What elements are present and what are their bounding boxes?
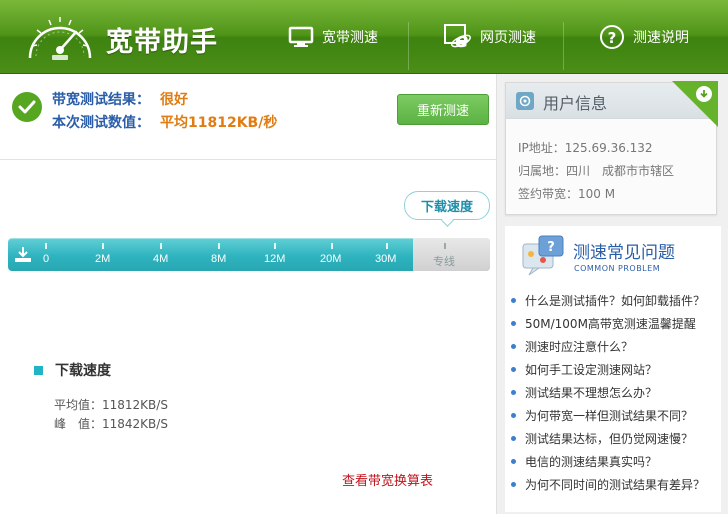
faq-item[interactable]: 为何不同时间的测试结果有差异？ (511, 473, 719, 496)
faq-subtitle: COMMON PROBLEM (574, 264, 661, 273)
speed-meter-bar: 0 2M 4M 8M 12M 20M 30M 专线 (8, 238, 490, 271)
tick-mark (218, 243, 220, 249)
app-title: 宽带助手 (106, 27, 218, 58)
svg-text:?: ? (547, 240, 555, 255)
tick-mark (386, 243, 388, 249)
tick-label: 30M (375, 253, 397, 265)
faq-item-label: 测速时应注意什么？ (525, 340, 634, 354)
nav-divider (563, 22, 564, 70)
result-label: 本次测试数值： (52, 115, 150, 131)
check-icon (12, 92, 42, 122)
nav-label: 测速说明 (633, 30, 689, 46)
retest-button[interactable]: 重新测速 (397, 94, 489, 125)
tick-label: 12M (264, 253, 286, 265)
user-info-icon (516, 92, 534, 110)
user-bandwidth: 签约带宽：100 M (518, 187, 616, 201)
bullet-icon (511, 413, 516, 418)
faq-item[interactable]: 50M/100M高带宽测速温馨提醒 (511, 312, 719, 335)
tick-label: 0 (43, 253, 50, 265)
header-bar: 宽带助手 宽带测速 e 网页测速 ? 测速说明 (0, 0, 728, 74)
faq-item-label: 如何手工设定测速网站？ (525, 363, 658, 377)
tick-label: 20M (320, 253, 342, 265)
faq-item-label: 50M/100M高带宽测速温馨提醒 (525, 317, 696, 331)
faq-item[interactable]: 什么是测试插件？如何卸载插件？ (511, 289, 719, 312)
tick-label: 4M (153, 253, 169, 265)
result-panel: 带宽测试结果： 很好 本次测试数值： 平均11812KB/秒 重新测速 (0, 74, 496, 160)
bullet-icon (511, 298, 516, 303)
user-info-card: 用户信息 IP地址：125.69.36.132 归属地：四川 成都市市辖区 签约… (505, 81, 718, 215)
tick-mark (102, 243, 104, 249)
bullet-icon (511, 344, 516, 349)
faq-item[interactable]: 如何手工设定测速网站？ (511, 358, 719, 381)
ie-browser-icon: e (444, 24, 471, 50)
speed-gauge-logo-icon (28, 17, 92, 60)
bullet-icon (511, 321, 516, 326)
faq-item[interactable]: 电信的测速结果真实吗？ (511, 450, 719, 473)
result-row-value: 本次测试数值： 平均11812KB/秒 (52, 112, 277, 132)
tick-label: 2M (95, 253, 111, 265)
faq-item-label: 测试结果达标，但仍觉网速慢？ (525, 432, 694, 446)
faq-item-label: 测试结果不理想怎么办？ (525, 386, 658, 400)
bullet-icon (511, 459, 516, 464)
bullet-icon (511, 436, 516, 441)
bandwidth-table-link[interactable]: 查看带宽换算表 (342, 470, 433, 489)
nav-label: 宽带测速 (322, 30, 378, 46)
tick-label: 8M (211, 253, 227, 265)
bullet-icon (511, 390, 516, 395)
result-label: 带宽测试结果： (52, 92, 150, 108)
monitor-icon (288, 26, 314, 47)
nav-test-help[interactable]: ? 测速说明 (599, 0, 689, 74)
faq-item-label: 电信的测速结果真实吗？ (525, 455, 658, 469)
speed-type-bubble: 下载速度 (404, 191, 490, 220)
user-ip: IP地址：125.69.36.132 (518, 141, 653, 155)
nav-broadband-test[interactable]: 宽带测速 (288, 0, 378, 74)
svg-text:?: ? (608, 29, 617, 47)
user-info-title: 用户信息 (543, 94, 608, 113)
stats-average: 平均值：11812KB/S (54, 398, 168, 412)
faq-item[interactable]: 测试结果不理想怎么办？ (511, 381, 719, 404)
stats-peak: 峰 值：11842KB/S (54, 417, 168, 431)
result-average-speed: 平均11812KB/秒 (160, 115, 278, 131)
tick-mark (160, 243, 162, 249)
nav-divider (408, 22, 409, 70)
tick-label: 专线 (433, 256, 455, 268)
faq-item-label: 什么是测试插件？如何卸载插件？ (525, 294, 706, 308)
download-corner-button[interactable] (672, 81, 718, 127)
faq-title: 测速常见问题 (573, 243, 675, 263)
stats-title: 下载速度 (55, 363, 111, 379)
tick-mark (444, 243, 446, 249)
right-sidebar: 用户信息 IP地址：125.69.36.132 归属地：四川 成都市市辖区 签约… (496, 74, 728, 514)
download-icon (15, 247, 31, 262)
faq-item-label: 为何带宽一样但测试结果不同？ (525, 409, 694, 423)
stats-header: 下载速度 (34, 360, 111, 380)
faq-list: 什么是测试插件？如何卸载插件？ 50M/100M高带宽测速温馨提醒 测速时应注意… (511, 289, 719, 496)
faq-item[interactable]: 测试结果达标，但仍觉网速慢？ (511, 427, 719, 450)
nav-webpage-test[interactable]: e 网页测速 (444, 0, 536, 74)
user-location: 归属地：四川 成都市市辖区 (518, 164, 675, 178)
result-row-rating: 带宽测试结果： 很好 (52, 89, 188, 109)
bullet-icon (511, 367, 516, 372)
bullet-icon (511, 482, 516, 487)
stats-bullet-icon (34, 365, 43, 375)
tick-mark (45, 243, 47, 249)
faq-item[interactable]: 为何带宽一样但测试结果不同？ (511, 404, 719, 427)
faq-item-label: 为何不同时间的测试结果有差异？ (525, 478, 706, 492)
faq-chat-icon: ? (522, 235, 564, 276)
faq-item[interactable]: 测速时应注意什么？ (511, 335, 719, 358)
nav-label: 网页测速 (480, 30, 536, 46)
download-arrow-icon[interactable] (696, 86, 712, 102)
help-icon: ? (600, 25, 624, 49)
faq-panel: ? 测速常见问题 COMMON PROBLEM 什么是测试插件？如何卸载插件？ … (505, 226, 721, 512)
tick-mark (331, 243, 333, 249)
tick-mark (274, 243, 276, 249)
result-rating: 很好 (160, 92, 188, 108)
